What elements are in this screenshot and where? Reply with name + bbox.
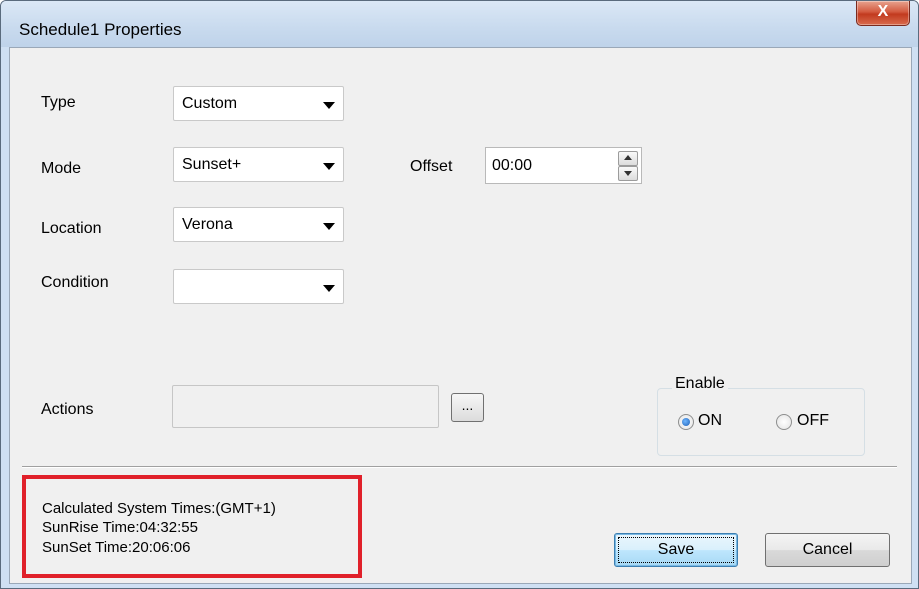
enable-off-radio[interactable] bbox=[776, 414, 792, 430]
location-label: Location bbox=[41, 220, 102, 237]
dialog-title: Schedule1 Properties bbox=[19, 20, 182, 39]
close-icon: X bbox=[877, 3, 889, 20]
enable-off-label[interactable]: OFF bbox=[797, 412, 829, 430]
cancel-button[interactable]: Cancel bbox=[765, 533, 890, 567]
offset-spinner[interactable]: 00:00 bbox=[485, 147, 642, 184]
enable-on-label[interactable]: ON bbox=[698, 412, 722, 430]
location-value: Verona bbox=[182, 216, 233, 233]
properties-dialog: Schedule1 Properties X Type Custom Mode … bbox=[0, 0, 919, 589]
enable-group-title: Enable bbox=[672, 375, 728, 393]
chevron-down-icon bbox=[323, 223, 335, 230]
close-button[interactable]: X bbox=[856, 1, 910, 26]
chevron-down-icon bbox=[323, 285, 335, 292]
spinner-buttons bbox=[618, 151, 638, 181]
condition-dropdown[interactable] bbox=[173, 269, 344, 304]
mode-dropdown[interactable]: Sunset+ bbox=[173, 147, 344, 182]
offset-value: 00:00 bbox=[492, 157, 533, 174]
mode-value: Sunset+ bbox=[182, 156, 242, 173]
spin-down-button[interactable] bbox=[618, 166, 638, 181]
enable-on-radio[interactable] bbox=[678, 414, 694, 430]
chevron-down-icon bbox=[323, 163, 335, 170]
dialog-body: Type Custom Mode Sunset+ Offset 00:00 Lo… bbox=[9, 47, 912, 584]
spin-up-button[interactable] bbox=[618, 151, 638, 166]
offset-label: Offset bbox=[410, 158, 453, 175]
type-value: Custom bbox=[182, 95, 238, 112]
save-button[interactable]: Save bbox=[614, 533, 738, 567]
cancel-button-label: Cancel bbox=[802, 541, 853, 558]
browse-actions-button[interactable]: ... bbox=[451, 393, 484, 422]
chevron-down-icon bbox=[323, 102, 335, 109]
location-dropdown[interactable]: Verona bbox=[173, 207, 344, 242]
focus-rect bbox=[618, 537, 734, 563]
condition-label: Condition bbox=[41, 274, 109, 291]
type-label: Type bbox=[41, 94, 76, 111]
title-bar[interactable]: Schedule1 Properties X bbox=[1, 1, 918, 47]
separator-line bbox=[22, 466, 897, 468]
mode-label: Mode bbox=[41, 160, 82, 177]
type-dropdown[interactable]: Custom bbox=[173, 86, 344, 121]
actions-field[interactable] bbox=[172, 385, 439, 428]
highlight-box bbox=[22, 475, 362, 578]
actions-label: Actions bbox=[41, 401, 94, 418]
arrow-down-icon bbox=[624, 171, 632, 176]
arrow-up-icon bbox=[624, 155, 632, 160]
